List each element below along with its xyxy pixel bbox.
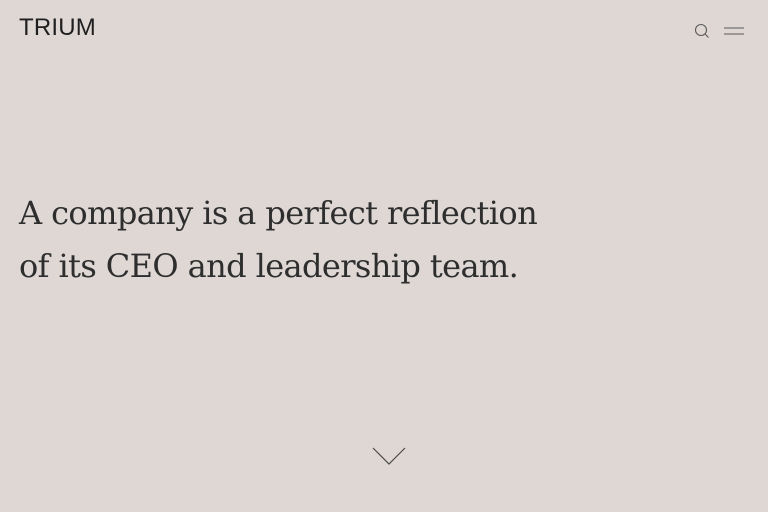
header-actions: [694, 21, 744, 41]
hero-headline: A company is a perfect reflection of its…: [19, 187, 619, 293]
hero-line-1: A company is a perfect reflection: [19, 194, 538, 232]
menu-button[interactable]: [724, 25, 744, 37]
menu-icon: [724, 25, 744, 37]
search-button[interactable]: [694, 23, 710, 39]
hero-line-2: of its CEO and leadership team.: [19, 247, 519, 285]
scroll-down-button[interactable]: [372, 447, 406, 469]
chevron-down-icon: [372, 446, 406, 471]
logo[interactable]: TRIUM: [19, 14, 96, 42]
search-icon: [694, 23, 710, 39]
